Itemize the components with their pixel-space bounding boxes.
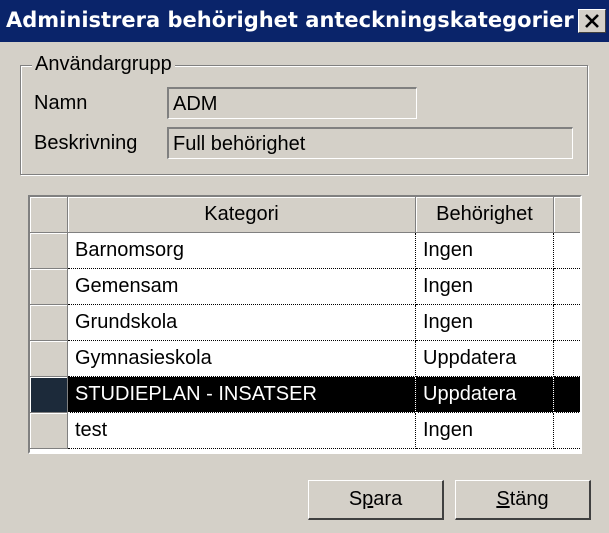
table-row-selected[interactable]: STUDIEPLAN - INSATSER Uppdatera [30, 377, 580, 413]
behorighet-cell[interactable]: Ingen [416, 413, 554, 449]
close-label-accel: S [496, 488, 510, 510]
behorighet-cell[interactable]: Ingen [416, 233, 554, 269]
save-button[interactable]: Spara [308, 480, 444, 520]
column-header-empty [554, 197, 580, 233]
kategori-cell[interactable]: Gymnasieskola [68, 341, 416, 377]
row-selector[interactable] [30, 233, 68, 269]
behorighet-cell[interactable]: Uppdatera [416, 341, 554, 377]
table-row[interactable]: Grundskola Ingen [30, 305, 580, 341]
row-selector[interactable] [30, 305, 68, 341]
row-selector[interactable] [30, 377, 68, 413]
description-label: Beskrivning [34, 132, 138, 154]
table-row[interactable]: test Ingen [30, 413, 580, 449]
user-group-legend: Användargrupp [32, 52, 175, 76]
kategori-cell[interactable]: Barnomsorg [68, 233, 416, 269]
save-label-accel: p [362, 488, 374, 510]
kategori-cell[interactable]: Gemensam [68, 269, 416, 305]
empty-cell [554, 269, 580, 305]
behorighet-cell[interactable]: Ingen [416, 269, 554, 305]
close-icon [585, 14, 599, 28]
table-row[interactable]: Gymnasieskola Uppdatera [30, 341, 580, 377]
close-label-post: täng [509, 488, 549, 510]
window-title: Administrera behörighet anteckningskateg… [6, 8, 574, 32]
save-label-pre: S [348, 488, 363, 510]
column-header-behorighet[interactable]: Behörighet [416, 197, 554, 233]
empty-cell [554, 305, 580, 341]
header-corner [30, 197, 68, 233]
save-label-post: ara [373, 488, 403, 510]
behorighet-cell[interactable]: Uppdatera [416, 377, 554, 413]
category-permission-grid[interactable]: Kategori Behörighet Barnomsorg Ingen Gem… [28, 195, 582, 454]
name-field[interactable]: ADM [167, 87, 417, 119]
row-selector[interactable] [30, 269, 68, 305]
description-field[interactable]: Full behörighet [167, 127, 573, 159]
kategori-cell[interactable]: Grundskola [68, 305, 416, 341]
empty-cell [554, 233, 580, 269]
empty-cell [554, 341, 580, 377]
behorighet-cell[interactable]: Ingen [416, 305, 554, 341]
title-bar[interactable]: Administrera behörighet anteckningskateg… [0, 0, 609, 42]
kategori-cell[interactable]: test [68, 413, 416, 449]
grid-header-row: Kategori Behörighet [30, 197, 580, 233]
column-header-kategori[interactable]: Kategori [68, 197, 416, 233]
row-selector[interactable] [30, 413, 68, 449]
empty-cell [554, 377, 580, 413]
table-row[interactable]: Gemensam Ingen [30, 269, 580, 305]
close-button[interactable]: Stäng [455, 480, 591, 520]
name-label: Namn [34, 92, 88, 114]
table-row[interactable]: Barnomsorg Ingen [30, 233, 580, 269]
row-selector[interactable] [30, 341, 68, 377]
kategori-cell[interactable]: STUDIEPLAN - INSATSER [68, 377, 416, 413]
close-window-button[interactable] [578, 9, 606, 33]
empty-cell [554, 413, 580, 449]
